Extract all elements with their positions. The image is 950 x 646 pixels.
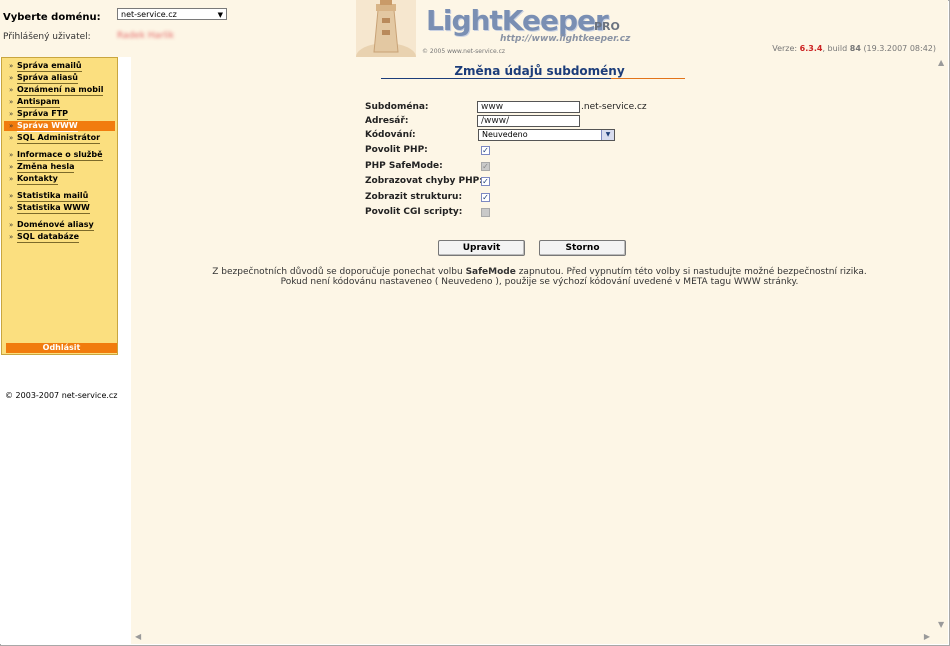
php-errors-checkbox[interactable]: ✓ xyxy=(481,177,490,186)
chevron-down-icon: ▼ xyxy=(217,11,223,19)
horizontal-scrollbar[interactable]: ◀ ▶ xyxy=(131,631,948,644)
sidebar-item-change-password[interactable]: » Změna hesla xyxy=(4,162,115,173)
domain-select[interactable]: net-service.cz ▼ xyxy=(117,8,227,20)
logo-pro: PRO xyxy=(594,20,620,33)
logo-text: LightKeeper xyxy=(426,4,609,37)
sidebar-item-sql-admin[interactable]: » SQL Administrátor xyxy=(4,133,115,144)
cgi-label: Povolit CGI scripty: xyxy=(365,207,463,217)
logo-url: http://www.lightkeeper.cz xyxy=(500,34,631,44)
encoding-select-value: Neuvedeno xyxy=(482,130,528,139)
sidebar-item-domain-aliases[interactable]: » Doménové aliasy xyxy=(4,220,115,231)
build-date: (19.3.2007 08:42) xyxy=(863,44,936,53)
subdomain-suffix: .net-service.cz xyxy=(581,102,647,112)
encoding-select[interactable]: Neuvedeno ▼ xyxy=(478,129,615,141)
sidebar-item-mail-stats[interactable]: » Statistika mailů xyxy=(4,191,115,202)
safemode-label: PHP SafeMode: xyxy=(365,161,443,171)
scroll-down-icon[interactable]: ▼ xyxy=(938,620,944,629)
bullet-icon: » xyxy=(9,86,14,94)
bullet-icon: » xyxy=(9,74,14,82)
sidebar-item-mobile[interactable]: » Oznámení na mobil xyxy=(4,85,115,96)
cgi-row: Povolit CGI scripty: xyxy=(365,206,765,219)
build-number: 84 xyxy=(849,44,861,53)
sidebar-item-www-stats[interactable]: » Statistika WWW xyxy=(4,203,115,214)
domain-select-label: Vyberte doménu: xyxy=(3,12,101,23)
submit-button[interactable]: Upravit xyxy=(438,240,525,256)
title-underline xyxy=(381,78,611,79)
main-content: Změna údajů subdomény Subdoména: www .ne… xyxy=(131,57,948,631)
encoding-row: Kódování: Neuvedeno ▼ xyxy=(365,129,765,142)
bullet-icon: » xyxy=(9,233,14,241)
structure-label: Zobrazit strukturu: xyxy=(365,192,463,202)
php-errors-row: Zobrazovat chyby PHP: ✓ xyxy=(365,175,765,188)
directory-row: Adresář: /www/ xyxy=(365,115,765,128)
sidebar-item-aliases[interactable]: » Správa aliasů xyxy=(4,73,115,84)
header: Vyberte doménu: net-service.cz ▼ Přihláš… xyxy=(0,0,948,57)
sidebar-item-antispam[interactable]: » Antispam xyxy=(4,97,115,108)
chevron-down-icon: ▼ xyxy=(601,130,614,140)
encoding-note: Pokud není kódovánu nastaveneo ( Neuvede… xyxy=(280,277,799,287)
php-errors-label: Zobrazovat chyby PHP: xyxy=(365,176,483,186)
bullet-icon: » xyxy=(9,110,14,118)
domain-select-value: net-service.cz xyxy=(121,10,177,19)
structure-row: Zobrazit strukturu: ✓ xyxy=(365,191,765,204)
bullet-icon: » xyxy=(9,62,14,70)
sidebar-item-www[interactable]: » Správa WWW xyxy=(4,121,115,132)
logged-user-name: Radek Harlik xyxy=(117,31,175,41)
bullet-icon: » xyxy=(9,134,14,142)
cgi-checkbox xyxy=(481,208,490,217)
cancel-button[interactable]: Storno xyxy=(539,240,626,256)
version-number: 6.3.4 xyxy=(799,44,823,53)
bullet-icon: » xyxy=(9,163,14,171)
lightkeeper-logo: LightKeeper PRO http://www.lightkeeper.c… xyxy=(340,0,640,57)
sidebar-menu: » Správa emailů » Správa aliasů » Oznámení … xyxy=(1,57,118,355)
logout-button[interactable]: Odhlásit xyxy=(6,343,117,353)
lighthouse-icon xyxy=(356,0,416,57)
bullet-icon: » xyxy=(9,192,14,200)
bullet-icon: » xyxy=(9,221,14,229)
bullet-icon: » xyxy=(9,204,14,212)
subdomain-input[interactable]: www xyxy=(477,101,580,113)
subdomain-label: Subdoména: xyxy=(365,102,429,112)
sidebar-item-sql-databases[interactable]: » SQL databáze xyxy=(4,232,115,243)
php-row: Povolit PHP: ✓ xyxy=(365,144,765,157)
scroll-up-icon[interactable]: ▲ xyxy=(938,58,944,67)
safemode-note: Z bezpečnotních důvodů se doporučuje pon… xyxy=(212,267,867,277)
subdomain-row: Subdoména: www .net-service.cz xyxy=(365,101,765,114)
scroll-left-icon[interactable]: ◀ xyxy=(135,632,141,641)
footer-copyright: © 2003-2007 net-service.cz xyxy=(5,391,118,400)
scroll-right-icon[interactable]: ▶ xyxy=(924,632,930,641)
page-title: Změna údajů subdomény xyxy=(454,64,625,78)
sidebar-item-email[interactable]: » Správa emailů xyxy=(4,61,115,72)
sidebar-item-ftp[interactable]: » Správa FTP xyxy=(4,109,115,120)
encoding-label: Kódování: xyxy=(365,130,416,140)
sidebar-item-contacts[interactable]: » Kontakty xyxy=(4,174,115,185)
logo-copyright: © 2005 www.net-service.cz xyxy=(422,48,506,55)
structure-checkbox[interactable]: ✓ xyxy=(481,193,490,202)
php-checkbox[interactable]: ✓ xyxy=(481,146,490,155)
directory-input[interactable]: /www/ xyxy=(477,115,580,127)
php-label: Povolit PHP: xyxy=(365,145,428,155)
safemode-row: PHP SafeMode: ✓ xyxy=(365,160,765,173)
bullet-icon: » xyxy=(9,122,14,130)
bullet-icon: » xyxy=(9,175,14,183)
version-info: Verze: 6.3.4, build 84 (19.3.2007 08:42) xyxy=(772,44,936,53)
sidebar-item-service-info[interactable]: » Informace o službě xyxy=(4,150,115,161)
logged-user-label: Přihlášený uživatel: xyxy=(3,32,91,42)
directory-label: Adresář: xyxy=(365,116,409,126)
title-underline-accent xyxy=(611,78,685,79)
safemode-checkbox: ✓ xyxy=(481,162,490,171)
bullet-icon: » xyxy=(9,151,14,159)
sidebar: » Správa emailů » Správa aliasů » Oznámení … xyxy=(0,57,130,644)
bullet-icon: » xyxy=(9,98,14,106)
